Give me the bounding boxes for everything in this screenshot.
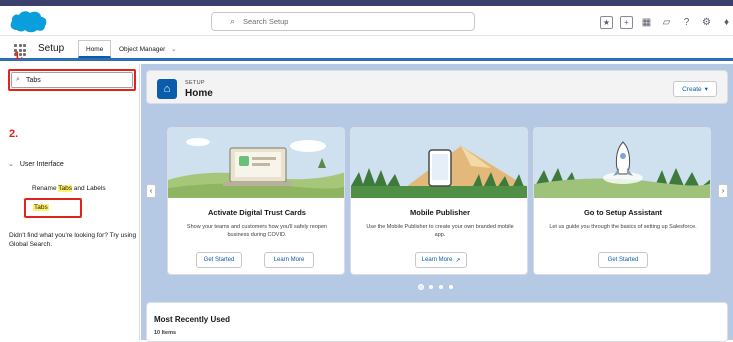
card-description: Show your teams and customers how you'll…	[186, 224, 328, 238]
page-eyebrow: SETUP	[185, 80, 205, 86]
rocket-illustration	[534, 128, 710, 198]
context-bar: Setup Home Object Manager ⌄	[0, 37, 733, 61]
card-title: Go to Setup Assistant	[583, 208, 663, 217]
mobile-illustration	[351, 128, 527, 198]
learn-more-label: Learn More	[421, 257, 453, 263]
chevron-down-icon[interactable]: ⌄	[171, 46, 176, 53]
quick-find-value: Tabs	[26, 77, 41, 84]
recent-items-panel: Most Recently Used 10 Items	[146, 302, 728, 342]
favorites-icon[interactable]: ★	[600, 15, 613, 29]
carousel-dot[interactable]	[449, 285, 453, 289]
recent-title: Most Recently Used	[154, 315, 231, 324]
global-search-input[interactable]: ⌕ Search Setup	[211, 12, 475, 31]
home-icon: ⌂	[157, 79, 177, 99]
tree-item-prefix: Rename	[32, 185, 59, 192]
search-icon: ⌕	[230, 16, 236, 26]
tab-object-manager[interactable]: Object Manager ⌄	[112, 40, 184, 58]
recent-count: 10 Items	[154, 330, 177, 336]
learn-more-button[interactable]: Learn More ↗	[415, 252, 467, 268]
card-setup-assistant: Go to Setup Assistant Let us guide you t…	[533, 127, 711, 275]
carousel-prev-button[interactable]: ‹	[146, 184, 156, 198]
page-header: ⌂ SETUP Home Create ▾	[146, 70, 728, 104]
carousel-indicators	[419, 285, 453, 289]
gear-icon[interactable]: ⚙	[700, 16, 713, 29]
tree-item-suffix: and Labels	[72, 185, 106, 192]
annotation-step-2: 2.	[9, 128, 19, 140]
create-button[interactable]: Create ▾	[673, 81, 717, 97]
tree-item-tabs[interactable]: Tabs	[33, 204, 49, 211]
tree-item-highlight: Tabs	[58, 185, 72, 192]
setup-page: ⌕ Search Setup ★ + ▦ ▱ ? ⚙ ♦ Setup Home …	[0, 0, 733, 342]
page-title: Home	[185, 88, 213, 99]
card-digital-trust: Activate Digital Trust Cards Show your t…	[167, 127, 345, 275]
question-icon[interactable]: ?	[680, 16, 693, 29]
salesforce-logo[interactable]	[8, 9, 48, 35]
help-grid-icon[interactable]: ▦	[640, 16, 653, 29]
card-description: Use the Mobile Publisher to create your …	[366, 224, 514, 238]
card-title: Mobile Publisher	[409, 208, 470, 217]
notification-icon[interactable]: ♦	[720, 16, 733, 29]
app-title: Setup	[38, 43, 65, 54]
sidebar-help-text: Didn't find what you're looking for? Try…	[9, 232, 137, 248]
quick-find-highlight-box: ⌕ Tabs	[8, 69, 136, 91]
carousel-dot[interactable]	[429, 285, 433, 289]
carousel-dot[interactable]	[419, 285, 423, 289]
chevron-down-icon: ▾	[704, 86, 708, 93]
quick-find-input[interactable]: ⌕ Tabs	[11, 72, 133, 88]
external-link-icon: ↗	[455, 257, 461, 264]
search-placeholder: Search Setup	[243, 17, 289, 26]
search-icon: ⌕	[16, 76, 20, 83]
carousel-dot[interactable]	[439, 285, 443, 289]
laptop-illustration	[168, 128, 344, 198]
header-icons: ★ + ▦ ▱ ? ⚙ ♦	[600, 14, 733, 30]
tab-object-manager-label: Object Manager	[119, 46, 166, 53]
tab-home[interactable]: Home	[78, 40, 112, 58]
card-mobile-publisher: Mobile Publisher Use the Mobile Publishe…	[350, 127, 528, 275]
main-content: ⌂ SETUP Home Create ▾ ‹ › Activate Digit…	[141, 64, 733, 342]
get-started-button[interactable]: Get Started	[598, 252, 648, 268]
card-description: Let us guide you through the basics of s…	[549, 224, 697, 230]
get-started-button[interactable]: Get Started	[196, 252, 242, 268]
create-button-label: Create	[682, 85, 702, 93]
add-icon[interactable]: +	[620, 15, 633, 29]
carousel-next-button[interactable]: ›	[718, 184, 728, 198]
tree-section-user-interface[interactable]: ⌄ User Interface	[8, 160, 64, 168]
bell-icon[interactable]: ▱	[660, 16, 673, 29]
setup-sidebar: ⌕ Tabs ⌄ User Interface Rename Tabs and …	[0, 64, 140, 340]
tree-item-rename-tabs[interactable]: Rename Tabs and Labels	[32, 185, 106, 192]
annotation-step-1: 1.	[14, 50, 24, 62]
card-title: Activate Digital Trust Cards	[208, 208, 306, 217]
tabs-highlight-box: Tabs	[24, 198, 82, 218]
tree-section-label: User Interface	[19, 161, 64, 168]
chevron-down-icon: ⌄	[8, 161, 14, 168]
global-header: ⌕ Search Setup ★ + ▦ ▱ ? ⚙ ♦	[0, 6, 733, 36]
learn-more-button[interactable]: Learn More	[264, 252, 314, 268]
